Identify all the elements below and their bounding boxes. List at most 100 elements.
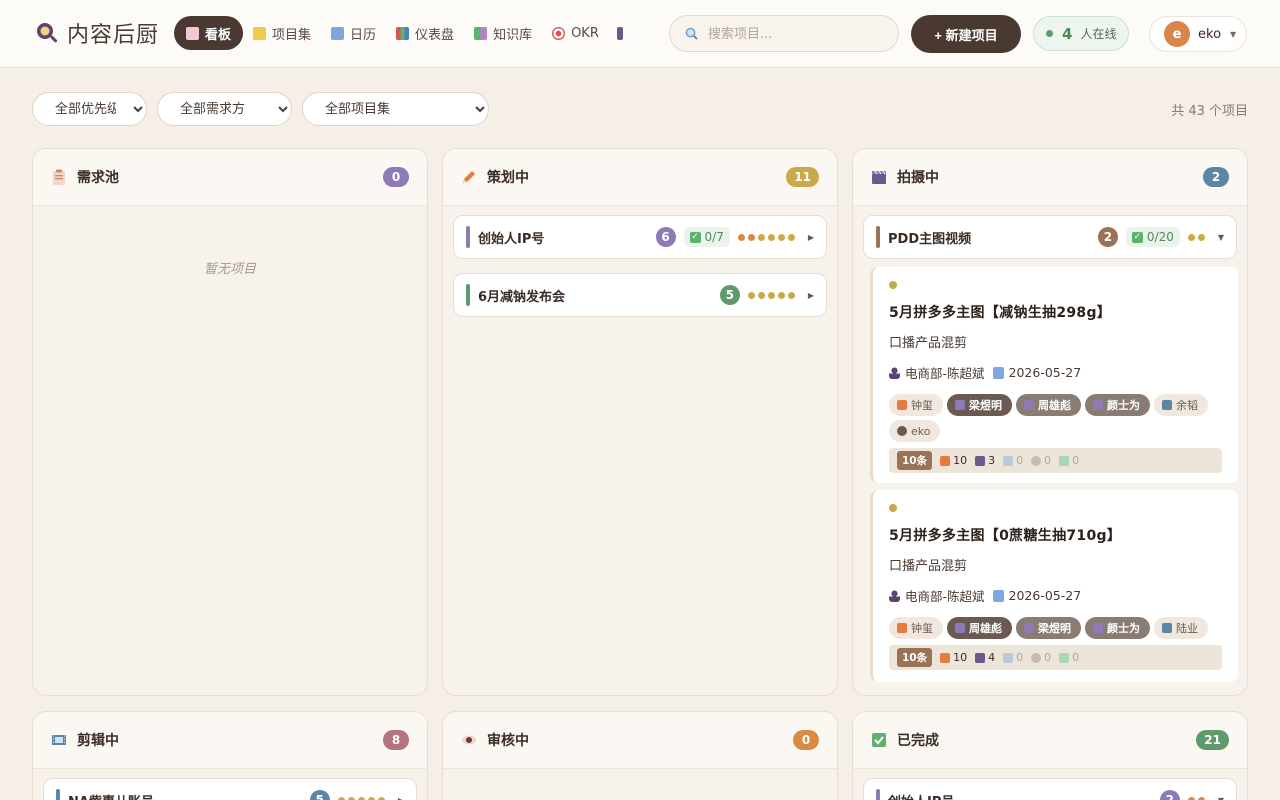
logo-icon xyxy=(37,23,58,43)
column-planning: 策划中 11 创始人IP号 6 ✓ 0/7 ▶ 6月减钠发布会 5 ▶ xyxy=(442,148,838,696)
group-count-badge: 2 xyxy=(1159,790,1180,800)
group-color-bar xyxy=(56,789,60,800)
assignee-tag[interactable]: 梁煜明 xyxy=(1016,617,1081,639)
assignee-tag[interactable]: eko xyxy=(889,420,941,442)
stat-shooting: 4 xyxy=(975,651,995,664)
eye-icon xyxy=(897,426,907,436)
checklist-progress: ✓ 0/20 xyxy=(1125,227,1180,247)
assignee-tag[interactable]: 钟玺 xyxy=(889,617,943,639)
column-editing: 剪辑中 8 NA紫惠儿账号 5 ▶ xyxy=(32,711,428,800)
column-header: 已完成 21 xyxy=(853,712,1247,769)
online-label: 人在线 xyxy=(1080,27,1117,41)
nav-label: 项目集 xyxy=(272,27,312,43)
project-group[interactable]: 创始人IP号 2 ▼ xyxy=(863,778,1237,800)
user-menu[interactable]: e eko ▼ xyxy=(1149,16,1247,52)
assignee-tags: 钟玺 梁煜明 周雄彪 颜士为 余韬 eko xyxy=(889,394,1221,446)
stat-value: 0 xyxy=(1044,651,1052,664)
board-icon xyxy=(186,26,199,40)
column-header: 策划中 11 xyxy=(443,149,837,206)
card-stats: 10条 10 3 0 0 0 xyxy=(889,448,1222,473)
assignee-tag[interactable]: 余韬 xyxy=(1154,394,1208,416)
checklist-progress: ✓ 0/7 xyxy=(683,227,730,247)
column-count-badge: 21 xyxy=(1196,730,1229,750)
assignee-name: 周雄彪 xyxy=(969,622,1002,635)
stat-value: 0 xyxy=(1072,651,1080,664)
group-name: 6月减钠发布会 xyxy=(478,289,566,305)
chart-icon xyxy=(396,26,410,40)
column-header: 拍摄中 2 xyxy=(853,149,1247,206)
assignee-tag[interactable]: 周雄彪 xyxy=(1016,394,1081,416)
nav-label: OKR xyxy=(571,25,599,41)
collapse-arrow-icon[interactable]: ▼ xyxy=(1218,233,1224,242)
app-title: 内容后厨 xyxy=(67,23,160,48)
project-group[interactable]: 创始人IP号 6 ✓ 0/7 ▶ xyxy=(453,215,827,259)
clapperboard-icon xyxy=(1093,400,1103,410)
stat-shooting: 3 xyxy=(975,454,995,467)
column-title: 审核中 xyxy=(487,733,529,749)
nav-item-knowledge[interactable]: 知识库 xyxy=(464,16,542,50)
group-color-bar xyxy=(466,226,470,248)
assignee-tag[interactable]: 周雄彪 xyxy=(947,617,1012,639)
assignee-name: 梁煜明 xyxy=(969,399,1002,412)
project-group[interactable]: PDD主图视频 2 ✓ 0/20 ▼ xyxy=(863,215,1237,259)
column-review: 审核中 0 xyxy=(442,711,838,800)
project-group[interactable]: NA紫惠儿账号 5 ▶ xyxy=(43,778,417,800)
group-color-bar xyxy=(466,284,470,306)
card-subtitle: 口播产品混剪 xyxy=(889,336,968,351)
expand-arrow-icon[interactable]: ▶ xyxy=(398,796,404,800)
nav-label: 日历 xyxy=(350,27,377,43)
project-card[interactable]: 5月拼多多主图【0蔗糖生抽710g】 口播产品混剪 电商部-陈超斌 2026-0… xyxy=(870,490,1238,682)
project-group[interactable]: 6月减钠发布会 5 ▶ xyxy=(453,273,827,317)
pencil-icon xyxy=(897,400,907,410)
calendar-icon xyxy=(992,366,1004,379)
priority-filter[interactable]: 全部优先级 xyxy=(32,92,147,126)
requester-filter[interactable]: 全部需求方 xyxy=(157,92,292,126)
nav-item-board[interactable]: 看板 xyxy=(174,16,244,50)
column-count-badge: 8 xyxy=(383,730,409,750)
target-icon xyxy=(552,26,566,40)
person-icon xyxy=(889,366,900,379)
assignee-name: 周雄彪 xyxy=(1038,399,1071,412)
card-meta: 电商部-陈超斌 2026-05-27 xyxy=(889,586,1222,605)
card-date: 2026-05-27 xyxy=(1008,588,1082,603)
checkbox-icon xyxy=(1059,652,1070,663)
project-set-filter[interactable]: 全部项目集 xyxy=(302,92,489,126)
assignee-tag[interactable]: 钟玺 xyxy=(889,394,943,416)
books-icon xyxy=(474,26,488,40)
card-title: 5月拼多多主图【0蔗糖生抽710g】 xyxy=(889,528,1122,544)
card-requester: 电商部-陈超斌 xyxy=(905,366,985,381)
column-shooting: 拍摄中 2 PDD主图视频 2 ✓ 0/20 ▼ 5月拼多多主图【减钠生抽298g… xyxy=(852,148,1248,696)
expand-arrow-icon[interactable]: ▶ xyxy=(808,233,814,242)
group-meta: 2 ✓ 0/20 ▼ xyxy=(1097,227,1224,247)
column-title: 拍摄中 xyxy=(897,170,939,186)
online-users[interactable]: 4 人在线 xyxy=(1033,16,1129,51)
nav-item-more[interactable] xyxy=(609,16,629,50)
stat-value: 0 xyxy=(1016,454,1024,467)
clapperboard-icon xyxy=(955,623,965,633)
new-project-button[interactable]: + 新建项目 xyxy=(911,15,1021,53)
assignee-tag[interactable]: 颜士为 xyxy=(1085,394,1150,416)
card-stats: 10条 10 4 0 0 0 xyxy=(889,645,1222,670)
search-box[interactable] xyxy=(669,15,899,52)
top-bar: 内容后厨 看板 项目集 日历 仪表盘 知识库 OKR 搜索项目... + 新建项… xyxy=(0,0,1280,68)
assignee-tag[interactable]: 陆业 xyxy=(1154,617,1208,639)
search-input[interactable] xyxy=(708,24,888,44)
nav-item-project-sets[interactable]: 项目集 xyxy=(243,16,321,50)
nav-item-calendar[interactable]: 日历 xyxy=(321,16,386,50)
nav-item-dashboard[interactable]: 仪表盘 xyxy=(386,16,464,50)
column-header: 剪辑中 8 xyxy=(33,712,427,769)
priority-dot xyxy=(889,504,897,512)
project-card[interactable]: 5月拼多多主图【减钠生抽298g】 口播产品混剪 电商部-陈超斌 2026-05… xyxy=(870,267,1238,483)
stat-value: 0 xyxy=(1016,651,1024,664)
stat-value: 0 xyxy=(1044,454,1052,467)
assignee-tag[interactable]: 颜士为 xyxy=(1085,617,1150,639)
nav-item-okr[interactable]: OKR xyxy=(542,16,609,50)
collapse-arrow-icon[interactable]: ▼ xyxy=(1218,796,1224,800)
assignee-tag[interactable]: 梁煜明 xyxy=(947,394,1012,416)
group-name: NA紫惠儿账号 xyxy=(68,791,154,800)
column-count-badge: 11 xyxy=(786,167,819,187)
column-done: 已完成 21 创始人IP号 2 ▼ xyxy=(852,711,1248,800)
clapperboard-icon xyxy=(1024,400,1034,410)
user-name: eko xyxy=(1198,26,1222,42)
expand-arrow-icon[interactable]: ▶ xyxy=(808,291,814,300)
